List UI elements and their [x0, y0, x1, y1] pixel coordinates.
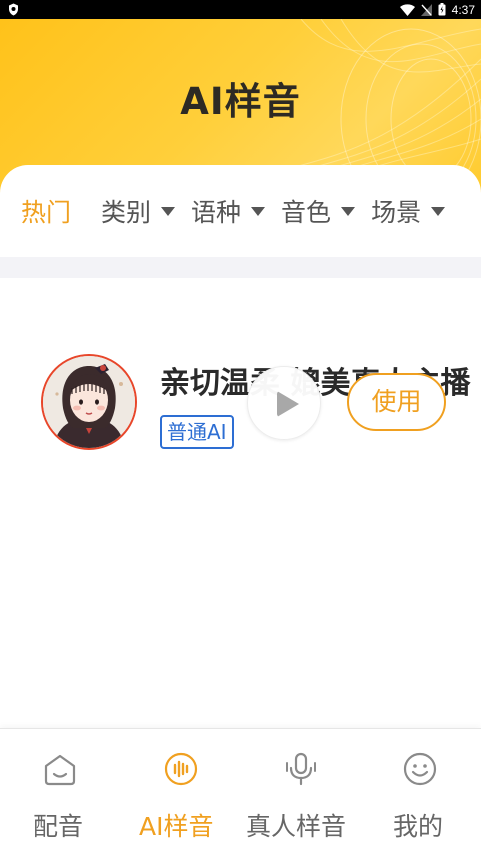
filter-language-label: 语种: [191, 198, 242, 227]
shield-notification-icon: [9, 3, 18, 16]
dropdown-arrow-icon: [251, 206, 266, 216]
nav-label-dubbing: 配音: [33, 812, 84, 841]
nav-label-profile: 我的: [393, 812, 444, 841]
no-signal-icon: [420, 3, 432, 16]
nav-label-ai-sample: AI样音: [139, 812, 214, 841]
tab-hot[interactable]: 热门: [21, 193, 71, 229]
play-sample-button[interactable]: [247, 366, 321, 440]
filter-language-dropdown[interactable]: 语种: [191, 193, 266, 229]
nav-item-ai-sample[interactable]: AI样音: [120, 729, 240, 856]
bottom-navigation: 配音 AI样音 真人样音 我的: [0, 728, 481, 856]
filter-category-label: 类别: [101, 198, 152, 227]
voice-type-badge: 普通AI: [160, 415, 234, 449]
filter-timbre-dropdown[interactable]: 音色: [281, 193, 356, 229]
filter-bar: 热门 类别 语种 音色 场景: [0, 165, 481, 257]
microphone-icon: [286, 752, 316, 786]
smiley-icon: [403, 752, 437, 786]
dropdown-arrow-icon: [341, 206, 356, 216]
nav-item-dubbing[interactable]: 配音: [0, 729, 120, 856]
battery-icon: [438, 3, 446, 16]
status-bar: 4:37: [0, 0, 481, 19]
page-title: AI样音: [180, 80, 301, 123]
voice-list: 亲切温柔 媲美真人主播 普通AI 使用: [0, 278, 481, 728]
use-voice-button[interactable]: 使用: [347, 373, 446, 431]
tab-hot-label: 热门: [21, 198, 72, 227]
filter-timbre-label: 音色: [281, 198, 332, 227]
status-time: 4:37: [451, 2, 475, 17]
avatar-illustration: [43, 356, 135, 448]
nav-item-human-sample[interactable]: 真人样音: [240, 729, 360, 856]
play-icon: [277, 391, 299, 417]
dropdown-arrow-icon: [431, 206, 446, 216]
wifi-icon: [399, 3, 415, 16]
filter-category-dropdown[interactable]: 类别: [101, 193, 176, 229]
filter-scene-dropdown[interactable]: 场景: [371, 193, 446, 229]
voice-avatar: [41, 354, 137, 450]
home-icon: [44, 754, 76, 786]
nav-item-profile[interactable]: 我的: [360, 729, 481, 856]
voice-wave-icon: [164, 752, 198, 786]
filter-scene-label: 场景: [371, 198, 422, 227]
nav-label-human-sample: 真人样音: [246, 812, 347, 841]
section-divider: [0, 257, 481, 278]
dropdown-arrow-icon: [161, 206, 176, 216]
